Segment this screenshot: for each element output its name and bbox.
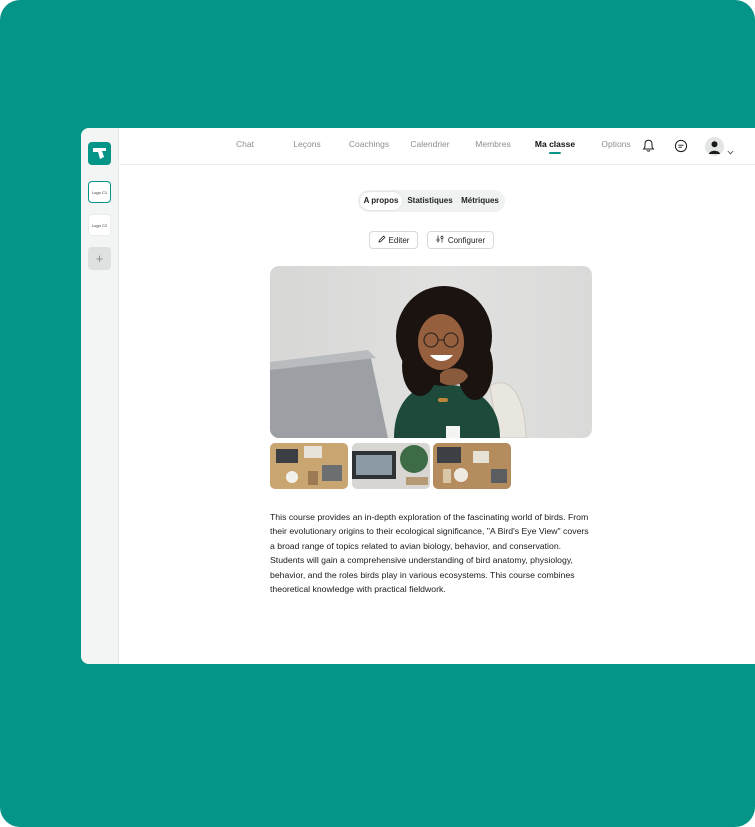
nav-item-coachings[interactable]: Coachings <box>349 139 389 149</box>
configure-label: Configurer <box>447 235 486 245</box>
app-window: Logo C1 Logo C2 + Chat Leçons Coachings … <box>81 128 755 664</box>
workspace-logo-c2[interactable]: Logo C2 <box>88 214 111 236</box>
workspace-label: Logo C2 <box>91 222 108 228</box>
pencil-icon <box>378 235 386 245</box>
gallery-thumbnail[interactable] <box>270 443 348 489</box>
plus-icon: + <box>95 251 104 266</box>
gallery-thumbnail[interactable] <box>352 443 430 489</box>
user-avatar-icon[interactable] <box>705 137 724 156</box>
workspace-logo-c1[interactable]: Logo C1 <box>88 181 111 203</box>
nav-item-options[interactable]: Options <box>601 139 630 149</box>
course-description: This course provides an in-depth explora… <box>270 512 589 595</box>
nav-item-ma-classe[interactable]: Ma classe <box>534 139 576 154</box>
gallery-thumbnail[interactable] <box>433 443 511 489</box>
nav-item-calendrier[interactable]: Calendrier <box>410 139 449 149</box>
nav-item-chat[interactable]: Chat <box>236 139 254 149</box>
tab-metriques[interactable]: Métriques <box>457 192 503 210</box>
whiteboard-logo-icon[interactable] <box>88 142 111 165</box>
active-tab-indicator <box>548 152 561 154</box>
chat-bubble-icon[interactable] <box>673 138 689 154</box>
course-cover-image <box>270 266 592 438</box>
nav-item-membres[interactable]: Membres <box>475 139 510 149</box>
edit-label: Editer <box>388 235 410 245</box>
nav-item-lecons[interactable]: Leçons <box>293 139 320 149</box>
tab-statistiques[interactable]: Statistiques <box>404 192 456 210</box>
nav-item-label: Ma classe <box>534 139 576 149</box>
tab-a-propos[interactable]: A propos <box>360 192 402 210</box>
add-workspace-button[interactable]: + <box>88 247 111 270</box>
chevron-down-icon[interactable] <box>727 142 734 160</box>
edit-button[interactable]: Editer <box>369 231 418 249</box>
configure-button[interactable]: Configurer <box>427 231 494 249</box>
workspace-label: Logo C1 <box>91 189 108 195</box>
section-tabs: A propos Statistiques Métriques <box>358 190 505 212</box>
sliders-icon <box>436 235 445 245</box>
top-navigation: Chat Leçons Coachings Calendrier Membres… <box>119 128 755 165</box>
workspace-sidebar: Logo C1 Logo C2 + <box>81 128 119 664</box>
bell-icon[interactable] <box>640 138 656 154</box>
